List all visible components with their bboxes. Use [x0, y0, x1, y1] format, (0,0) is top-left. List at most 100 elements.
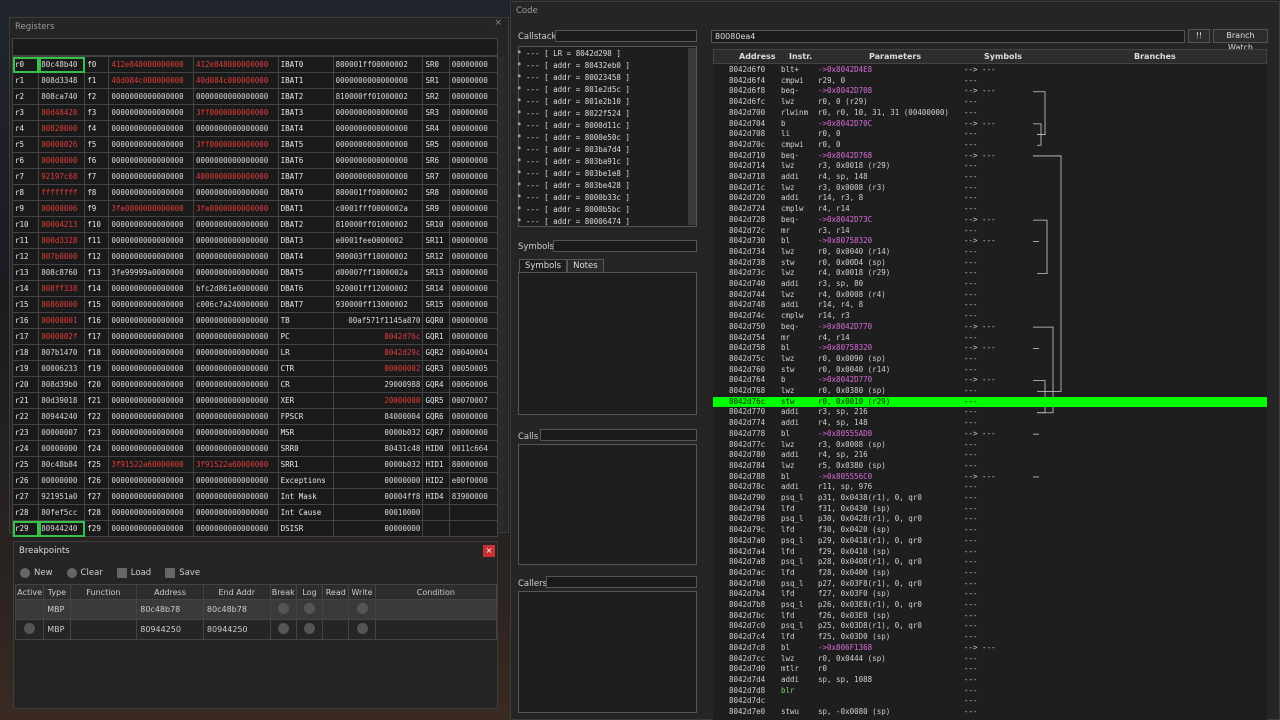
register-value[interactable]: 0000000000000000 — [108, 376, 195, 393]
code-line[interactable]: 8042d6f8 beq- ->0x8042D708 --> --- — [713, 86, 1267, 97]
code-line[interactable]: 8042d794 lfd f31, 0x0430 (sp) --- — [713, 504, 1267, 515]
register-value[interactable]: 00000000 — [38, 472, 86, 489]
register-value[interactable]: 3fe99999a0000000 — [108, 264, 195, 281]
code-line[interactable]: 8042d754 mr r4, r14 --- — [713, 333, 1267, 344]
code-line[interactable]: 8042d7ac lfd f28, 0x0400 (sp) --- — [713, 568, 1267, 579]
register-value[interactable]: 0000000000000000 — [193, 216, 279, 233]
callstack-entry[interactable]: * --- [ addr = 8022f524 ] — [517, 108, 685, 120]
register-value[interactable]: 0000000000000000 — [193, 120, 279, 137]
code-line[interactable]: 8042d7d0 mtlr r0 --- — [713, 664, 1267, 675]
register-value[interactable]: 00000000 — [448, 56, 499, 73]
code-line[interactable]: 8042d710 beq- ->0x8042D768 --> --- — [713, 151, 1267, 162]
register-value[interactable]: 0000000000000000 — [108, 184, 195, 201]
code-line[interactable]: 8042d778 bl ->0x80555AD0 --> --- — [713, 429, 1267, 440]
register-value[interactable]: 0000000000000000 — [108, 328, 195, 345]
code-line[interactable]: 8042d758 bl ->0x80758320 --> --- — [713, 343, 1267, 354]
register-value[interactable]: 0000000000000000 — [193, 520, 279, 537]
register-value[interactable]: 807b1470 — [38, 344, 86, 361]
register-value[interactable]: 0000000000000000 — [193, 408, 279, 425]
callstack-entry[interactable]: * --- [ addr = 80006474 ] — [517, 216, 685, 228]
register-value[interactable]: 83900000 — [448, 488, 499, 505]
callstack-scrollbar[interactable] — [688, 48, 696, 225]
code-line[interactable]: 8042d748 addi r14, r4, 8 --- — [713, 300, 1267, 311]
code-line[interactable]: 8042d74c cmplw r14, r3 --- — [713, 311, 1267, 322]
register-value[interactable]: 00010000 — [332, 504, 424, 521]
code-line[interactable]: 8042d7e0 stwu sp, -0x0080 (sp) --- — [713, 707, 1267, 718]
code-line[interactable]: 8042d704 b ->0x8042D70C --> --- — [713, 119, 1267, 130]
new-button[interactable]: New — [20, 568, 53, 578]
code-line[interactable]: 8042d760 stw r0, 0x0040 (r14) --- — [713, 365, 1267, 376]
register-value[interactable]: 00000006 — [38, 200, 86, 217]
code-line[interactable]: 8042d790 psq_l p31, 0x0438(r1), 0, qr0 --- — [713, 493, 1267, 504]
code-line[interactable]: 8042d7c8 bl ->0x806F1368 --> --- — [713, 643, 1267, 654]
code-line[interactable]: 8042d71c lwz r3, 0x0008 (r3) --- — [713, 183, 1267, 194]
register-value[interactable]: 0000000000000000 — [108, 312, 195, 329]
register-value[interactable]: 84000004 — [332, 408, 424, 425]
register-value[interactable]: 80fef5cc — [38, 504, 86, 521]
register-value[interactable]: 920001ff12000002 — [332, 280, 424, 297]
code-line[interactable]: 8042d768 lwz r0, 0x0380 (sp) --- — [713, 386, 1267, 397]
register-value[interactable]: 00040004 — [448, 344, 499, 361]
register-value[interactable]: 00000000 — [448, 184, 499, 201]
code-line[interactable]: 8042d714 lwz r3, 0x0018 (r29) --- — [713, 161, 1267, 172]
register-value[interactable]: 00000000 — [448, 312, 499, 329]
register-value[interactable]: 00000000 — [448, 136, 499, 153]
code-line[interactable]: 8042d738 stw r0, 0x00D4 (sp) --- — [713, 258, 1267, 269]
code-line[interactable]: 8042d72c mr r3, r14 --- — [713, 226, 1267, 237]
register-value[interactable]: 80d39018 — [38, 392, 86, 409]
register-value[interactable]: 3fe0000000000000 — [108, 200, 195, 217]
register-value[interactable]: 40d084c000000000 — [108, 72, 195, 89]
code-line[interactable]: 8042d7d8 blr --- — [713, 686, 1267, 697]
callstack-entry[interactable]: * --- [ addr = 801e2d5c ] — [517, 84, 685, 96]
save-button[interactable]: Save — [165, 568, 200, 578]
code-line[interactable]: 8042d708 li r0, 0 --- — [713, 129, 1267, 140]
register-value[interactable]: 00000001 — [38, 312, 86, 329]
callstack-entry[interactable]: * --- [ addr = 803ba7d4 ] — [517, 144, 685, 156]
register-value[interactable]: 00006233 — [38, 360, 86, 377]
register-value[interactable]: 0000000000000000 — [193, 88, 279, 105]
register-value[interactable]: 0000000000000000 — [108, 392, 195, 409]
register-value[interactable]: 00000000 — [448, 168, 499, 185]
register-value[interactable]: 800001ff00000002 — [332, 184, 424, 201]
callstack-filter-input[interactable] — [555, 30, 697, 42]
register-value[interactable]: 921951a0 — [38, 488, 86, 505]
register-value[interactable]: 0000000000000000 — [108, 248, 195, 265]
callstack-entry[interactable]: * --- [ addr = 803be1e8 ] — [517, 168, 685, 180]
code-line[interactable]: 8042d75c lwz r0, 0x0090 (sp) --- — [713, 354, 1267, 365]
register-value[interactable]: bfc2d861e0000000 — [193, 280, 279, 297]
register-value[interactable]: 0000000000000000 — [193, 504, 279, 521]
register-value[interactable]: 0000b032 — [332, 424, 424, 441]
register-value[interactable]: 3f91522a60000000 — [108, 456, 195, 473]
code-line[interactable]: 8042d740 addi r3, sp, 80 --- — [713, 279, 1267, 290]
register-value[interactable]: 00000000 — [448, 200, 499, 217]
register-value[interactable]: 0000000000000000 — [193, 328, 279, 345]
callstack-entry[interactable]: * --- [ addr = 801e2b10 ] — [517, 96, 685, 108]
register-value[interactable]: 29000988 — [332, 376, 424, 393]
register-value[interactable]: 40d084c000000000 — [193, 72, 279, 89]
register-value[interactable]: 0000000000000000 — [332, 72, 424, 89]
register-value[interactable]: 0000000000000000 — [108, 408, 195, 425]
code-line[interactable]: 8042d764 b ->0x8042D770 --> --- — [713, 375, 1267, 386]
code-line[interactable]: 8042d7dc --- — [713, 696, 1267, 707]
register-value[interactable]: 0000000000000000 — [332, 120, 424, 137]
register-value[interactable]: 800d3328 — [38, 232, 86, 249]
register-value[interactable]: 0000000000000000 — [108, 120, 195, 137]
register-value[interactable]: 00000000 — [448, 424, 499, 441]
register-value[interactable]: 0000000000000000 — [332, 152, 424, 169]
code-line[interactable]: 8042d7a0 psq_l p29, 0x0418(r1), 0, qr0 --- — [713, 536, 1267, 547]
register-value[interactable]: 0000000000000000 — [193, 312, 279, 329]
register-value[interactable]: 00000000 — [448, 296, 499, 313]
register-value[interactable]: 0000000000000000 — [108, 152, 195, 169]
register-value[interactable]: 0000000000000000 — [193, 184, 279, 201]
breakpoint-row[interactable]: MBP 80c48b78 80c48b78 — [14, 599, 498, 620]
code-line[interactable]: 8042d7a8 psq_l p28, 0x0408(r1), 0, qr0 --- — [713, 557, 1267, 568]
register-value[interactable]: 0000000000000000 — [193, 440, 279, 457]
register-value[interactable]: 810000ff01000002 — [332, 216, 424, 233]
callers-filter-input[interactable] — [546, 576, 697, 588]
register-value[interactable]: 0000000000000000 — [108, 424, 195, 441]
register-value[interactable]: 807b0000 — [38, 248, 86, 265]
register-value[interactable]: 92197c68 — [38, 168, 86, 185]
breakpoint-row[interactable]: MBP 80944250 80944250 — [14, 619, 498, 640]
toggle-dot-icon[interactable] — [24, 623, 36, 634]
code-line[interactable]: 8042d6f0 blt+ ->0x8042D4E8 --> --- — [713, 65, 1267, 76]
